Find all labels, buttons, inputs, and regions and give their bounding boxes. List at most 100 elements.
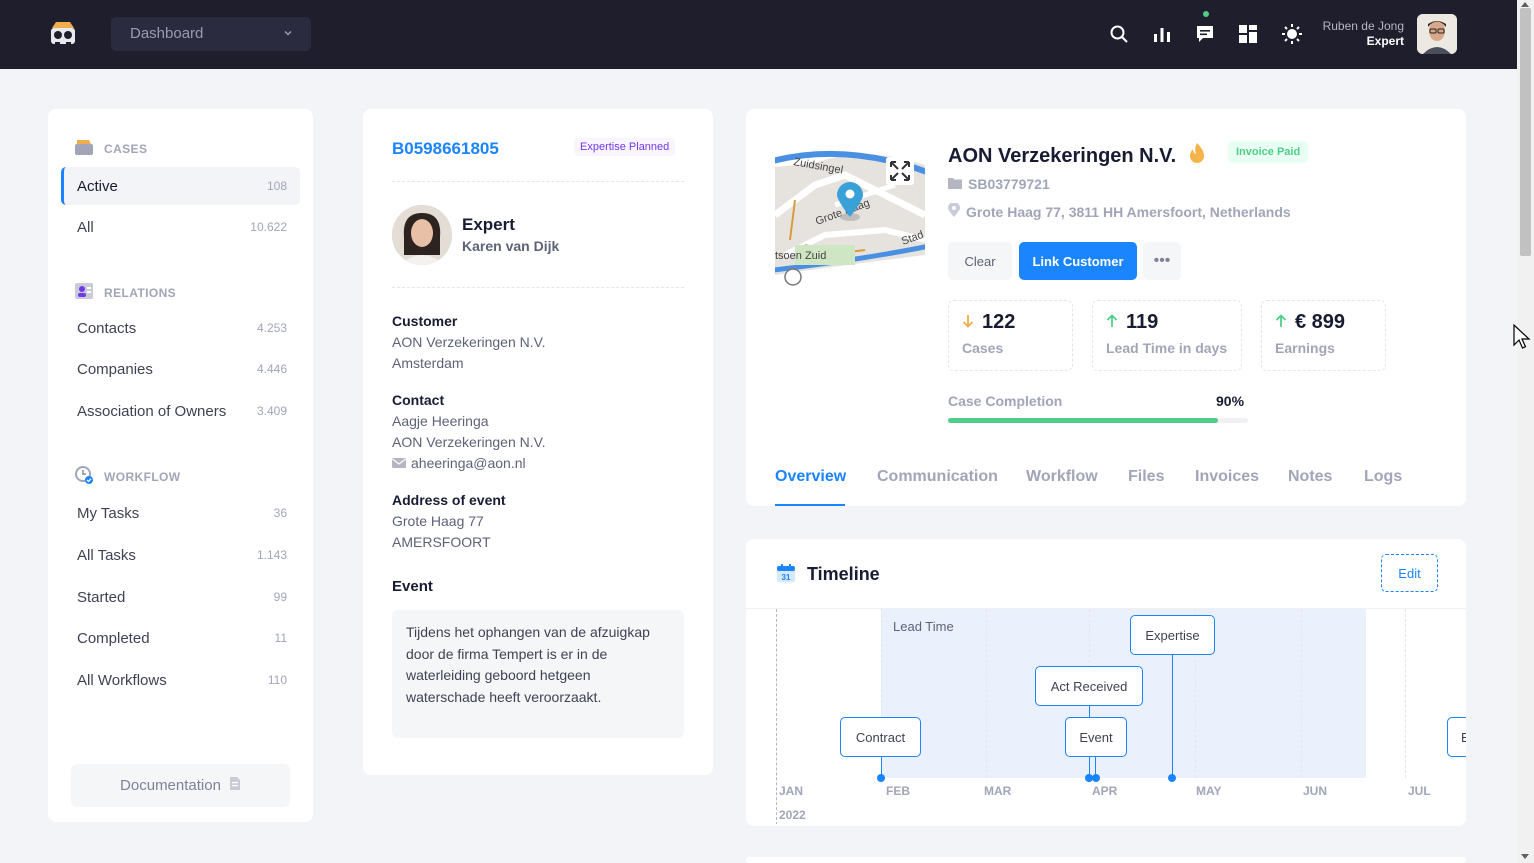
contact-name: Aagje Heeringa xyxy=(392,413,489,429)
timeline-event-act-received[interactable]: Act Received xyxy=(1035,666,1143,706)
location-pin-icon xyxy=(948,202,960,220)
event-description: Tijdens het ophangen van de afzuigkap do… xyxy=(392,610,684,738)
stat-label: Earnings xyxy=(1275,340,1335,356)
arrow-up-icon xyxy=(1275,311,1287,334)
tab-logs[interactable]: Logs xyxy=(1364,468,1402,486)
event-dot[interactable] xyxy=(1092,774,1100,782)
address-street: Grote Haag 77 xyxy=(392,513,484,529)
calendar-icon: 31 xyxy=(776,563,796,588)
lead-time-label: Lead Time xyxy=(893,619,954,634)
expert-name: Karen van Dijk xyxy=(462,238,560,254)
user-role: Expert xyxy=(1366,34,1404,48)
contact-company: AON Verzekeringen N.V. xyxy=(392,434,546,450)
section-title: RELATIONS xyxy=(104,285,177,300)
customer-name: AON Verzekeringen N.V. xyxy=(392,334,546,350)
tab-files[interactable]: Files xyxy=(1128,468,1164,486)
stat-value: € 899 xyxy=(1295,311,1346,333)
timeline-event-expertise[interactable]: Expertise xyxy=(1130,615,1215,655)
event-dot[interactable] xyxy=(877,774,885,782)
arrow-down-icon xyxy=(962,311,974,334)
sidebar-item-count: 99 xyxy=(273,590,287,604)
sidebar-item-label: All Tasks xyxy=(77,546,136,564)
top-bar: Dashboard Ruben de Jong Expert xyxy=(0,0,1517,69)
sidebar: CASES Active 108 All 10.622 RELATIONS Co… xyxy=(48,109,313,822)
sidebar-item-active[interactable]: Active 108 xyxy=(61,167,300,205)
sidebar-item-all-tasks[interactable]: All Tasks 1.143 xyxy=(61,536,300,574)
edit-timeline-button[interactable]: Edit xyxy=(1381,554,1438,592)
logo-icon[interactable] xyxy=(46,16,80,50)
sidebar-item-companies[interactable]: Companies 4.446 xyxy=(61,350,300,388)
month-label: APR xyxy=(1092,784,1118,798)
cases-icon xyxy=(74,138,94,159)
event-stem xyxy=(1172,655,1173,777)
documentation-label: Documentation xyxy=(120,777,221,794)
sidebar-item-all[interactable]: All 10.622 xyxy=(61,208,300,246)
tab-communication[interactable]: Communication xyxy=(877,468,998,486)
contact-label: Contact xyxy=(392,392,445,408)
layout-icon[interactable] xyxy=(1234,20,1262,48)
scrollbar-thumb[interactable] xyxy=(1520,8,1531,256)
sidebar-item-label: All xyxy=(77,218,94,236)
link-customer-button[interactable]: Link Customer xyxy=(1019,242,1137,280)
completion-progress-bar xyxy=(948,418,1248,423)
sidebar-item-all-workflows[interactable]: All Workflows 110 xyxy=(61,661,300,699)
location-map[interactable]: Zuidsingel Grote Haag Stad tsoen Zuid xyxy=(775,145,925,295)
timeline-event-event[interactable]: Event xyxy=(1065,717,1127,757)
section-workflow: WORKFLOW xyxy=(74,465,181,488)
relations-icon xyxy=(74,281,94,304)
timeline-title: Timeline xyxy=(807,564,880,584)
section-title: WORKFLOW xyxy=(104,469,181,484)
scroll-up-arrow[interactable] xyxy=(1521,2,1529,7)
sidebar-item-label: Companies xyxy=(77,360,153,378)
section-relations: RELATIONS xyxy=(74,281,176,304)
event-dot[interactable] xyxy=(1168,774,1176,782)
contact-email[interactable]: aheeringa@aon.nl xyxy=(392,455,526,471)
year-label: 2022 xyxy=(779,808,806,822)
stat-cases: 122 Cases xyxy=(948,300,1073,371)
tab-overview[interactable]: Overview xyxy=(775,468,846,486)
sidebar-item-count: 108 xyxy=(266,179,287,193)
month-label: JUL xyxy=(1408,784,1431,798)
timeline-event-partial[interactable]: E xyxy=(1447,717,1466,757)
more-options-button[interactable]: ••• xyxy=(1143,242,1181,280)
completion-progress-fill xyxy=(948,418,1218,423)
sidebar-item-count: 3.409 xyxy=(256,404,287,418)
avatar[interactable] xyxy=(1417,14,1457,54)
sidebar-item-label: Started xyxy=(77,588,126,606)
documentation-button[interactable]: Documentation xyxy=(71,764,290,807)
map-street-label: tsoen Zuid xyxy=(775,250,826,262)
bar-chart-icon[interactable] xyxy=(1148,20,1176,48)
mouse-cursor-icon xyxy=(1513,323,1531,355)
section-title: CASES xyxy=(104,141,148,156)
stat-label: Cases xyxy=(962,340,1004,356)
divider xyxy=(392,181,684,182)
company-address: Grote Haag 77, 3811 HH Amersfoort, Nethe… xyxy=(948,202,1291,220)
case-id-link[interactable]: B0598661805 xyxy=(392,139,499,159)
scroll-down-arrow[interactable] xyxy=(1521,854,1529,859)
expert-avatar xyxy=(392,205,452,265)
tab-notes[interactable]: Notes xyxy=(1288,468,1332,486)
sidebar-item-label: Association of Owners xyxy=(77,402,227,420)
sidebar-item-association-of-owners[interactable]: Association of Owners 3.409 xyxy=(61,392,300,430)
sidebar-item-my-tasks[interactable]: My Tasks 36 xyxy=(61,494,300,532)
sidebar-item-label: My Tasks xyxy=(77,504,140,522)
customer-city: Amsterdam xyxy=(392,355,464,371)
section-cases: CASES xyxy=(74,138,147,159)
customer-label: Customer xyxy=(392,313,458,329)
sidebar-item-contacts[interactable]: Contacts 4.253 xyxy=(61,309,300,347)
sidebar-item-started[interactable]: Started 99 xyxy=(61,578,300,616)
search-icon[interactable] xyxy=(1105,20,1133,48)
timeline-event-contract[interactable]: Contract xyxy=(840,717,921,757)
sidebar-item-label: All Workflows xyxy=(77,671,167,689)
sidebar-item-completed[interactable]: Completed 11 xyxy=(61,619,300,657)
sidebar-item-count: 4.446 xyxy=(256,362,287,376)
sidebar-item-count: 11 xyxy=(274,631,287,645)
clear-button[interactable]: Clear xyxy=(948,242,1012,280)
sun-icon[interactable] xyxy=(1278,20,1306,48)
dashboard-select[interactable]: Dashboard xyxy=(111,17,311,51)
tab-workflow[interactable]: Workflow xyxy=(1026,468,1098,486)
next-card xyxy=(746,857,1466,863)
tab-invoices[interactable]: Invoices xyxy=(1195,468,1259,486)
chat-icon[interactable] xyxy=(1191,20,1219,48)
company-name: AON Verzekeringen N.V. xyxy=(948,142,1206,170)
